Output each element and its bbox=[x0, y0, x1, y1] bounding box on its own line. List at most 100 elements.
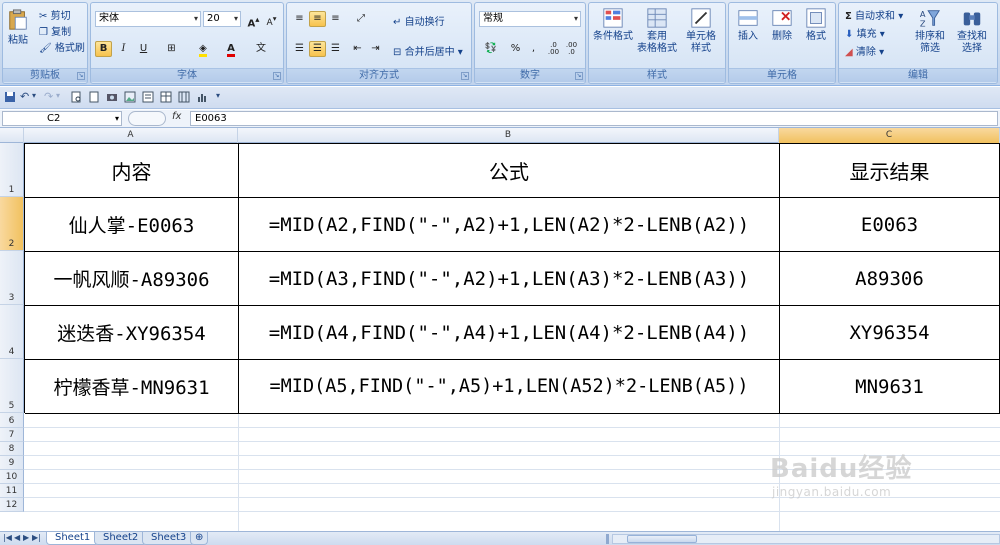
table-cell-content[interactable]: 一帆风顺-A89306 bbox=[25, 252, 239, 306]
delete-button[interactable]: 删除 bbox=[765, 7, 799, 43]
cell-styles-button[interactable]: 单元格 样式 bbox=[679, 7, 723, 55]
align-middle-button[interactable]: ≡ bbox=[309, 11, 326, 27]
row-header-12[interactable]: 12 bbox=[0, 498, 24, 512]
table-cell-content[interactable]: 迷迭香-XY96354 bbox=[25, 306, 239, 360]
table-cell-formula[interactable]: =MID(A5,FIND("-",A5)+1,LEN(A52)*2-LENB(A… bbox=[239, 360, 780, 414]
table-cell-formula[interactable]: =MID(A2,FIND("-",A2)+1,LEN(A2)*2-LENB(A2… bbox=[239, 198, 780, 252]
row-header-4[interactable]: 4 bbox=[0, 305, 24, 359]
grid-icon[interactable] bbox=[178, 91, 190, 103]
merge-center-button[interactable]: ⊟ 合并后居中 ▾ bbox=[393, 43, 463, 59]
shrink-font-button[interactable]: A▾ bbox=[263, 11, 280, 28]
comma-button[interactable]: , bbox=[525, 41, 542, 57]
paste-button[interactable]: 粘贴 bbox=[5, 7, 31, 47]
select-all-corner[interactable] bbox=[0, 128, 24, 143]
cut-button[interactable]: ✂ 剪切 bbox=[39, 7, 71, 23]
font-size-select[interactable]: 20 ▾ bbox=[203, 11, 241, 27]
wrap-text-button[interactable]: ↵ 自动换行 bbox=[393, 13, 445, 29]
table-icon[interactable] bbox=[160, 91, 172, 103]
border-button[interactable]: ⊞ bbox=[163, 41, 180, 57]
table-cell-result[interactable]: E0063 bbox=[780, 198, 1000, 252]
row-header-1[interactable]: 1 bbox=[0, 143, 24, 197]
orientation-button[interactable]: ⤢ bbox=[349, 11, 373, 27]
format-painter-button[interactable]: 🖌 格式刷 bbox=[39, 39, 85, 55]
font-color-button[interactable]: A bbox=[219, 41, 243, 57]
format-button[interactable]: 格式 bbox=[799, 7, 833, 43]
horizontal-scrollbar[interactable] bbox=[612, 534, 1000, 544]
autosum-button[interactable]: Σ 自动求和 ▾ bbox=[845, 7, 903, 23]
phonetic-button[interactable]: 文 bbox=[249, 41, 273, 57]
insert-sheet-icon[interactable]: ⊕ bbox=[190, 532, 209, 545]
clear-button[interactable]: ◢ 清除 ▾ bbox=[845, 43, 884, 59]
clipboard-launcher-icon[interactable]: ↘ bbox=[77, 72, 85, 80]
increase-decimal-button[interactable]: .0 .00 bbox=[545, 41, 562, 57]
conditional-format-button[interactable]: 条件格式 bbox=[591, 7, 635, 43]
redo-icon[interactable]: ↷ bbox=[44, 91, 56, 103]
first-sheet-icon[interactable]: |◀ bbox=[3, 533, 12, 542]
underline-button[interactable]: U bbox=[135, 41, 152, 57]
align-bottom-button[interactable]: ≡ bbox=[327, 11, 344, 27]
name-box[interactable]: C2 ▾ bbox=[2, 111, 122, 126]
row-header-3[interactable]: 3 bbox=[0, 251, 24, 305]
row-header-6[interactable]: 6 bbox=[0, 413, 24, 428]
align-right-button[interactable]: ☰ bbox=[327, 41, 344, 57]
table-cell-formula[interactable]: =MID(A3,FIND("-",A2)+1,LEN(A3)*2-LENB(A3… bbox=[239, 252, 780, 306]
row-header-8[interactable]: 8 bbox=[0, 442, 24, 456]
new-document-icon[interactable] bbox=[88, 91, 100, 103]
sheet-tab-1[interactable]: Sheet1 bbox=[46, 532, 100, 545]
table-format-button[interactable]: 套用 表格格式 bbox=[635, 7, 679, 55]
camera-icon[interactable] bbox=[106, 91, 118, 103]
header-cell-content[interactable]: 内容 bbox=[25, 144, 239, 198]
next-sheet-icon[interactable]: ▶ bbox=[23, 533, 29, 542]
fill-color-button[interactable]: ◈ bbox=[191, 41, 215, 57]
tab-split-handle[interactable] bbox=[606, 534, 609, 544]
italic-button[interactable]: I bbox=[115, 41, 132, 57]
formula-input[interactable]: E0063 bbox=[190, 111, 998, 126]
table-cell-formula[interactable]: =MID(A4,FIND("-",A4)+1,LEN(A4)*2-LENB(A4… bbox=[239, 306, 780, 360]
copy-button[interactable]: ❐ 复制 bbox=[39, 23, 71, 39]
form-icon[interactable] bbox=[142, 91, 154, 103]
row-header-11[interactable]: 11 bbox=[0, 484, 24, 498]
find-select-button[interactable]: 查找和 选择 bbox=[951, 7, 993, 55]
header-cell-result[interactable]: 显示结果 bbox=[780, 144, 1000, 198]
increase-indent-button[interactable]: ⇥ bbox=[367, 41, 384, 57]
column-header-b[interactable]: B bbox=[238, 128, 779, 143]
prev-sheet-icon[interactable]: ◀ bbox=[14, 533, 20, 542]
customize-qat-icon[interactable]: ▾ bbox=[216, 91, 228, 103]
number-launcher-icon[interactable]: ↘ bbox=[575, 72, 583, 80]
fill-button[interactable]: ⬇ 填充 ▾ bbox=[845, 25, 885, 41]
table-cell-content[interactable]: 柠檬香草-MN9631 bbox=[25, 360, 239, 414]
align-top-button[interactable]: ≡ bbox=[291, 11, 308, 27]
align-left-button[interactable]: ☰ bbox=[291, 41, 308, 57]
horizontal-scroll-thumb[interactable] bbox=[627, 535, 697, 543]
alignment-launcher-icon[interactable]: ↘ bbox=[461, 72, 469, 80]
sheet-tab-2[interactable]: Sheet2 bbox=[94, 532, 148, 545]
sort-filter-button[interactable]: A Z 排序和 筛选 bbox=[911, 7, 949, 55]
undo-icon[interactable]: ↶ bbox=[20, 91, 32, 103]
grow-font-button[interactable]: A▴ bbox=[245, 11, 262, 29]
column-header-a[interactable]: A bbox=[24, 128, 238, 143]
align-center-button[interactable]: ☰ bbox=[309, 41, 326, 57]
print-preview-icon[interactable] bbox=[70, 91, 82, 103]
number-format-select[interactable]: 常规 ▾ bbox=[479, 11, 581, 27]
fx-icon[interactable]: fx bbox=[172, 111, 181, 122]
save-icon[interactable] bbox=[4, 91, 16, 103]
table-cell-result[interactable]: MN9631 bbox=[780, 360, 1000, 414]
decrease-indent-button[interactable]: ⇤ bbox=[349, 41, 366, 57]
redo-dropdown-icon[interactable]: ▾ bbox=[56, 91, 68, 103]
table-cell-result[interactable]: XY96354 bbox=[780, 306, 1000, 360]
decrease-decimal-button[interactable]: .00 .0 bbox=[563, 41, 580, 57]
formula-divider-handle[interactable] bbox=[128, 111, 166, 126]
row-header-2[interactable]: 2 bbox=[0, 197, 24, 251]
row-header-9[interactable]: 9 bbox=[0, 456, 24, 470]
currency-button[interactable]: 💱 bbox=[479, 41, 503, 57]
undo-dropdown-icon[interactable]: ▾ bbox=[32, 91, 44, 103]
bold-button[interactable]: B bbox=[95, 41, 112, 57]
header-cell-formula[interactable]: 公式 bbox=[239, 144, 780, 198]
font-launcher-icon[interactable]: ↘ bbox=[273, 72, 281, 80]
last-sheet-icon[interactable]: ▶| bbox=[32, 533, 41, 542]
row-header-5[interactable]: 5 bbox=[0, 359, 24, 413]
percent-button[interactable]: % bbox=[507, 41, 524, 57]
row-header-10[interactable]: 10 bbox=[0, 470, 24, 484]
column-header-c[interactable]: C bbox=[779, 128, 1000, 143]
chart-icon[interactable] bbox=[196, 91, 208, 103]
